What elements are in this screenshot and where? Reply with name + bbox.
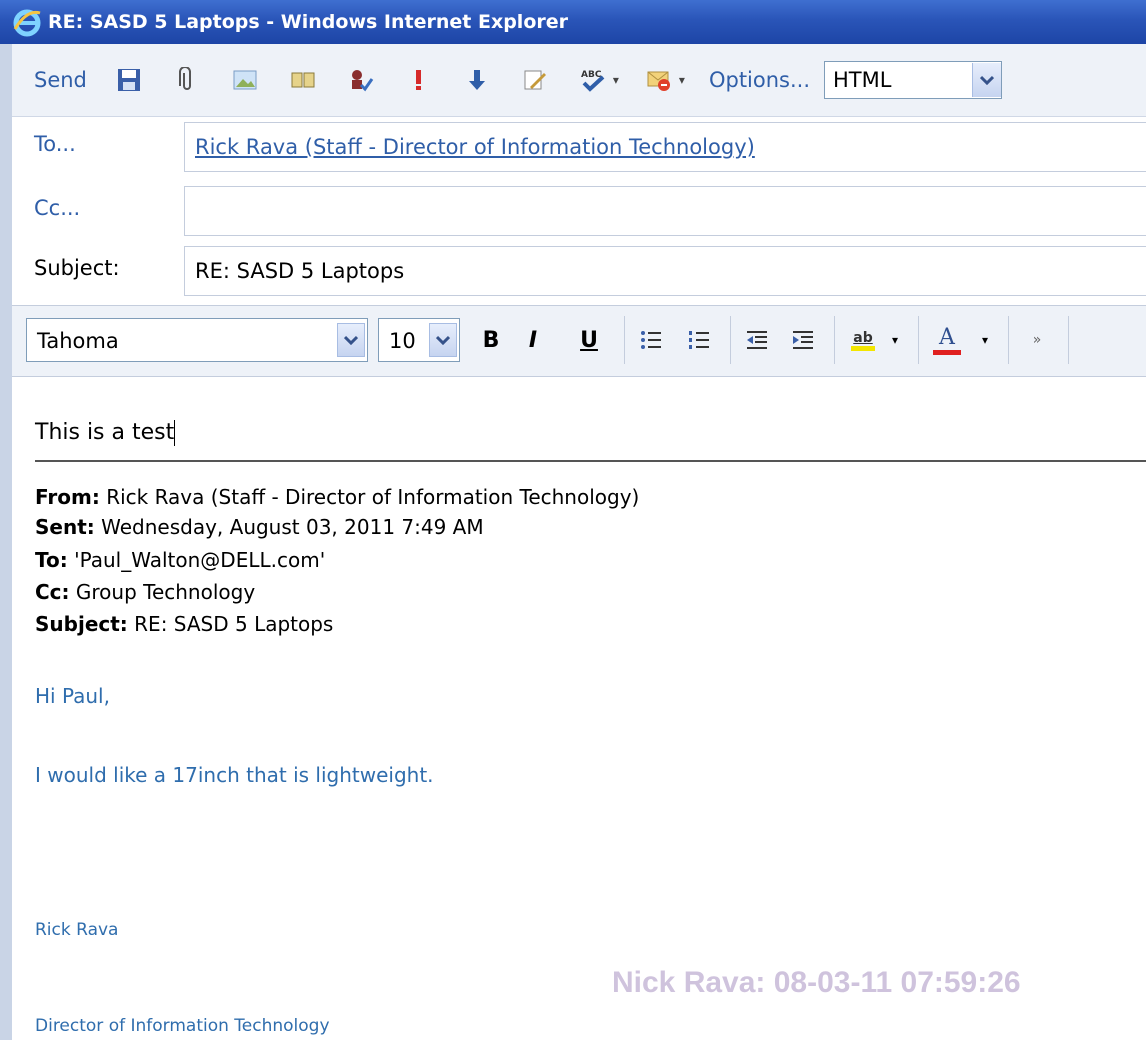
spelling-icon[interactable]: ABC — [577, 64, 609, 96]
toolbar-separator — [1008, 316, 1009, 364]
subject-field[interactable]: RE: SASD 5 Laptops — [184, 246, 1146, 296]
to-button[interactable]: To... — [34, 132, 76, 156]
quoted-sent-value: Wednesday, August 03, 2011 7:49 AM — [101, 515, 484, 539]
message-format-select[interactable]: HTML — [824, 61, 1003, 99]
font-name-value: Tahoma — [37, 329, 119, 353]
insert-image-icon[interactable] — [229, 64, 261, 96]
subject-value: RE: SASD 5 Laptops — [195, 259, 405, 283]
font-color-dropdown-icon[interactable]: ▾ — [970, 324, 1000, 356]
highlight-color-bar — [851, 345, 875, 351]
quoted-from-value: Rick Rava (Staff - Director of Informati… — [106, 485, 640, 509]
options-button[interactable]: Options... — [709, 68, 810, 92]
window-title-bar: RE: SASD 5 Laptops - Windows Internet Ex… — [0, 0, 1146, 44]
bullet-list-icon[interactable] — [636, 324, 666, 356]
to-row: To... Rick Rava (Staff - Director of Inf… — [12, 116, 1146, 176]
message-text: I would like a 17inch that is lightweigh… — [35, 763, 434, 787]
font-size-select[interactable]: 10 — [378, 318, 460, 362]
highlight-button[interactable]: ab — [848, 324, 878, 356]
subject-row: Subject: RE: SASD 5 Laptops — [12, 240, 1146, 300]
decrease-indent-icon[interactable] — [742, 324, 772, 356]
flag-dropdown-icon[interactable]: ▾ — [679, 73, 685, 87]
toolbar-separator — [834, 316, 835, 364]
chevron-down-icon[interactable] — [337, 323, 365, 357]
message-toolbar: Send ABC ▾ ▾ Options... HTML — [12, 44, 1146, 117]
signature-title: Director of Information Technology — [35, 1016, 330, 1036]
quoted-from: From: Rick Rava (Staff - Director of Inf… — [35, 485, 639, 509]
font-color-button[interactable]: A — [932, 324, 962, 356]
increase-indent-icon[interactable] — [788, 324, 818, 356]
formatting-toolbar: Tahoma 10 B I U ab ▾ A ▾ » — [12, 305, 1146, 377]
font-color-bar — [933, 350, 961, 355]
to-field[interactable]: Rick Rava (Staff - Director of Informati… — [184, 122, 1146, 172]
chevron-down-icon[interactable] — [972, 63, 1002, 97]
message-format-value: HTML — [833, 68, 892, 92]
underline-button[interactable]: U — [574, 324, 604, 356]
flag-icon[interactable] — [643, 64, 675, 96]
font-size-value: 10 — [389, 329, 416, 353]
toolbar-separator — [1068, 316, 1069, 364]
window-title: RE: SASD 5 Laptops - Windows Internet Ex… — [48, 11, 569, 33]
quoted-to: To: 'Paul_Walton@DELL.com' — [35, 548, 325, 572]
quoted-cc-value: Group Technology — [75, 580, 256, 604]
quoted-to-value: 'Paul_Walton@DELL.com' — [74, 548, 326, 572]
quoted-subject-label: Subject: — [35, 612, 128, 636]
check-names-icon[interactable] — [345, 64, 377, 96]
quoted-subject: Subject: RE: SASD 5 Laptops — [35, 612, 333, 636]
highlight-glyph: ab — [853, 329, 873, 346]
send-button[interactable]: Send — [34, 68, 87, 92]
toolbar-separator — [918, 316, 919, 364]
quoted-cc-label: Cc: — [35, 580, 70, 604]
typed-text: This is a test — [35, 420, 175, 445]
signature-icon[interactable] — [519, 64, 551, 96]
message-body-typed[interactable]: This is a test — [35, 420, 176, 446]
subject-label: Subject: — [34, 256, 120, 280]
font-color-glyph: A — [939, 325, 955, 350]
cc-field[interactable] — [184, 186, 1146, 236]
toolbar-separator — [624, 316, 625, 364]
numbered-list-icon[interactable] — [684, 324, 714, 356]
spelling-dropdown-icon[interactable]: ▾ — [613, 73, 619, 87]
low-importance-icon[interactable] — [461, 64, 493, 96]
address-book-icon[interactable] — [287, 64, 319, 96]
more-options-icon[interactable]: » — [1022, 324, 1052, 356]
italic-button[interactable]: I — [518, 324, 548, 356]
greeting: Hi Paul, — [35, 684, 110, 708]
quoted-subject-value: RE: SASD 5 Laptops — [134, 612, 334, 636]
signature-name: Rick Rava — [35, 920, 119, 940]
quoted-to-label: To: — [35, 548, 68, 572]
to-recipient[interactable]: Rick Rava (Staff - Director of Informati… — [195, 135, 755, 159]
attach-icon[interactable] — [171, 64, 203, 96]
quoted-cc: Cc: Group Technology — [35, 580, 255, 604]
toolbar-separator — [730, 316, 731, 364]
cc-button[interactable]: Cc... — [34, 196, 80, 220]
save-icon[interactable] — [113, 64, 145, 96]
cc-row: Cc... — [12, 180, 1146, 240]
chevron-down-icon[interactable] — [429, 323, 457, 357]
internet-explorer-icon — [13, 9, 41, 37]
text-caret — [174, 420, 176, 446]
bold-button[interactable]: B — [476, 324, 506, 356]
font-name-select[interactable]: Tahoma — [26, 318, 368, 362]
quoted-from-label: From: — [35, 485, 100, 509]
high-importance-icon[interactable] — [403, 64, 435, 96]
timestamp-watermark: Nick Rava: 08-03-11 07:59:26 — [612, 966, 1021, 999]
highlight-dropdown-icon[interactable]: ▾ — [880, 324, 910, 356]
quoted-sent-label: Sent: — [35, 515, 95, 539]
quote-divider — [35, 460, 1146, 462]
quoted-sent: Sent: Wednesday, August 03, 2011 7:49 AM — [35, 515, 484, 539]
